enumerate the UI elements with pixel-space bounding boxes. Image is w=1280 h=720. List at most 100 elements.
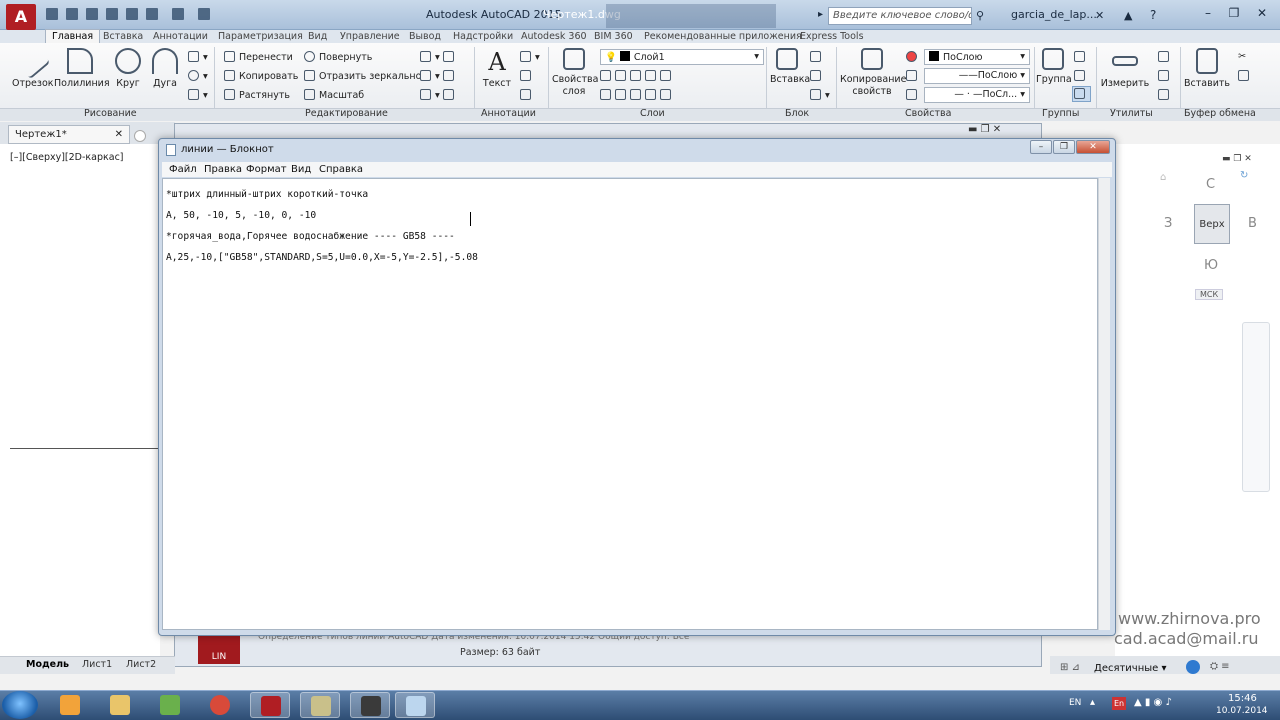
viewcube-west[interactable]: З	[1164, 216, 1172, 231]
table-icon[interactable]	[520, 89, 535, 101]
qat-dropdown-icon[interactable]	[198, 8, 210, 20]
search-input[interactable]: Введите ключевое слово/фразу	[828, 7, 972, 25]
status-icons[interactable]: ⊞ ⊿	[1060, 662, 1080, 673]
menu-edit[interactable]: Правка	[204, 164, 242, 175]
ucs-dropdown[interactable]: МСК	[1195, 289, 1224, 300]
help-icon[interactable]: ?	[1150, 8, 1156, 22]
panel-title-utilities[interactable]: Утилиты	[1110, 108, 1153, 119]
tab-layout2[interactable]: Лист2	[126, 659, 156, 670]
rotate-button[interactable]: Повернуть	[304, 51, 372, 63]
a360-icon[interactable]: ▲	[1124, 9, 1132, 22]
menu-format[interactable]: Формат	[246, 164, 287, 175]
save-icon[interactable]	[86, 8, 98, 20]
tab-bim360[interactable]: BIM 360	[594, 30, 633, 43]
panel-title-layers[interactable]: Слои	[640, 108, 665, 119]
arc-button[interactable]: Дуга	[150, 48, 180, 89]
region-icon[interactable]: ▾	[188, 89, 208, 101]
select-all-icon[interactable]	[1158, 70, 1173, 82]
scale-button[interactable]: Масштаб	[304, 89, 364, 101]
panel-title-groups[interactable]: Группы	[1042, 108, 1079, 119]
tab-layout1[interactable]: Лист1	[82, 659, 112, 670]
tab-annotate[interactable]: Аннотации	[153, 30, 208, 43]
tray-language[interactable]: EN	[1069, 698, 1081, 708]
taskbar-recorder[interactable]	[350, 692, 390, 718]
hatch-icon[interactable]: ▾	[188, 70, 208, 82]
panel-title-clipboard[interactable]: Буфер обмена	[1184, 108, 1256, 119]
menu-file[interactable]: Файл	[169, 164, 197, 175]
color-dropdown[interactable]: ПоСлою ▾	[924, 49, 1030, 65]
lineweight-dropdown[interactable]: — · —ПоСл... ▾	[924, 87, 1030, 103]
measure-button[interactable]: Измерить	[1100, 48, 1150, 89]
tab-view[interactable]: Вид	[308, 30, 327, 43]
quick-calc-icon[interactable]	[1158, 51, 1173, 63]
text-button[interactable]: A Текст	[482, 48, 512, 89]
viewcube-north[interactable]: С	[1206, 177, 1215, 192]
tab-featured-apps[interactable]: Рекомендованные приложения	[644, 30, 802, 43]
layer-dropdown[interactable]: 💡 Слой1 ▾	[600, 49, 764, 65]
tab-manage[interactable]: Управление	[340, 30, 400, 43]
tab-autodesk360[interactable]: Autodesk 360	[521, 30, 587, 43]
user-name[interactable]: garcia_de_lap...	[1011, 8, 1097, 21]
layer-tools-row1[interactable]	[600, 70, 675, 82]
exchange-icon[interactable]: ✕	[1095, 9, 1104, 22]
panel-title-properties[interactable]: Свойства	[905, 108, 951, 119]
menu-view[interactable]: Вид	[291, 164, 311, 175]
group-button[interactable]: Группа	[1036, 48, 1072, 85]
new-tab-icon[interactable]	[134, 130, 146, 142]
layer-properties-button[interactable]: Свойства слоя	[552, 48, 598, 98]
tab-model[interactable]: Модель	[26, 659, 69, 670]
new-icon[interactable]	[46, 8, 58, 20]
tab-express-tools[interactable]: Express Tools	[800, 30, 864, 43]
tab-home[interactable]: Главная	[45, 29, 101, 43]
viewcube-top-face[interactable]: Верх	[1194, 204, 1230, 244]
taskbar-explorer[interactable]	[100, 692, 140, 718]
notepad-maximize-button[interactable]: ❐	[1053, 140, 1075, 154]
clock-date[interactable]: 10.07.2014	[1216, 706, 1268, 716]
taskbar-chrome[interactable]	[200, 692, 240, 718]
rotate-view-icon[interactable]: ↻	[1240, 170, 1248, 181]
open-icon[interactable]	[66, 8, 78, 20]
minimize-button[interactable]: –	[1196, 4, 1220, 22]
panel-title-draw[interactable]: Рисование	[84, 108, 137, 119]
calculator-icon[interactable]	[1158, 89, 1173, 101]
match-properties-button[interactable]: Копирование свойств	[840, 48, 906, 98]
viewport-controls[interactable]: [–][Сверху][2D-каркас]	[10, 152, 124, 163]
document-tab[interactable]: Чертеж1* ✕	[8, 125, 130, 144]
menu-help[interactable]: Справка	[319, 164, 363, 175]
taskbar-autocad[interactable]	[250, 692, 290, 718]
group-select-icon[interactable]	[1072, 86, 1091, 102]
redo-icon[interactable]	[172, 8, 184, 20]
close-button[interactable]: ✕	[1250, 4, 1274, 22]
background-window-controls[interactable]: ▬ ❐ ✕	[968, 124, 1001, 135]
layer-tools-row2[interactable]	[600, 89, 675, 101]
units-dropdown[interactable]: Десятичные ▾	[1094, 663, 1167, 674]
trim-icon[interactable]: ▾	[420, 51, 458, 63]
search-expand-icon[interactable]: ▸	[818, 9, 823, 20]
attributes-icon[interactable]: ▾	[810, 89, 830, 101]
linetype-dropdown[interactable]: ——ПоСлою ▾	[924, 68, 1030, 84]
notepad-content[interactable]: *штрих длинный-штрих короткий-точка A, 5…	[166, 179, 478, 274]
fillet-icon[interactable]: ▾	[420, 70, 458, 82]
navigation-bar[interactable]	[1242, 322, 1270, 492]
panel-title-block[interactable]: Блок	[785, 108, 809, 119]
tab-close-icon[interactable]: ✕	[115, 129, 123, 140]
create-block-icon[interactable]	[810, 51, 825, 63]
tab-output[interactable]: Вывод	[409, 30, 441, 43]
restore-button[interactable]: ❐	[1222, 4, 1246, 22]
drawn-line[interactable]	[10, 448, 160, 449]
saveas-icon[interactable]	[106, 8, 118, 20]
tab-parametric[interactable]: Параметризация	[218, 30, 303, 43]
drawing-canvas[interactable]	[0, 144, 160, 656]
panel-title-annotate[interactable]: Аннотации	[481, 108, 536, 119]
autocad-logo-button[interactable]: A	[6, 4, 36, 30]
tab-addins[interactable]: Надстройки	[453, 30, 513, 43]
copy-clip-icon[interactable]	[1238, 70, 1253, 82]
print-icon[interactable]	[126, 8, 138, 20]
viewcube-south[interactable]: Ю	[1204, 258, 1218, 273]
tray-chevron-icon[interactable]: ▴	[1090, 697, 1095, 708]
notepad-minimize-button[interactable]: –	[1030, 140, 1052, 154]
copy-button[interactable]: Копировать	[224, 70, 298, 82]
mirror-button[interactable]: Отразить зеркально	[304, 70, 421, 82]
tray-keyboard-icon[interactable]: En	[1112, 697, 1126, 710]
ungroup-icon[interactable]	[1074, 51, 1089, 63]
